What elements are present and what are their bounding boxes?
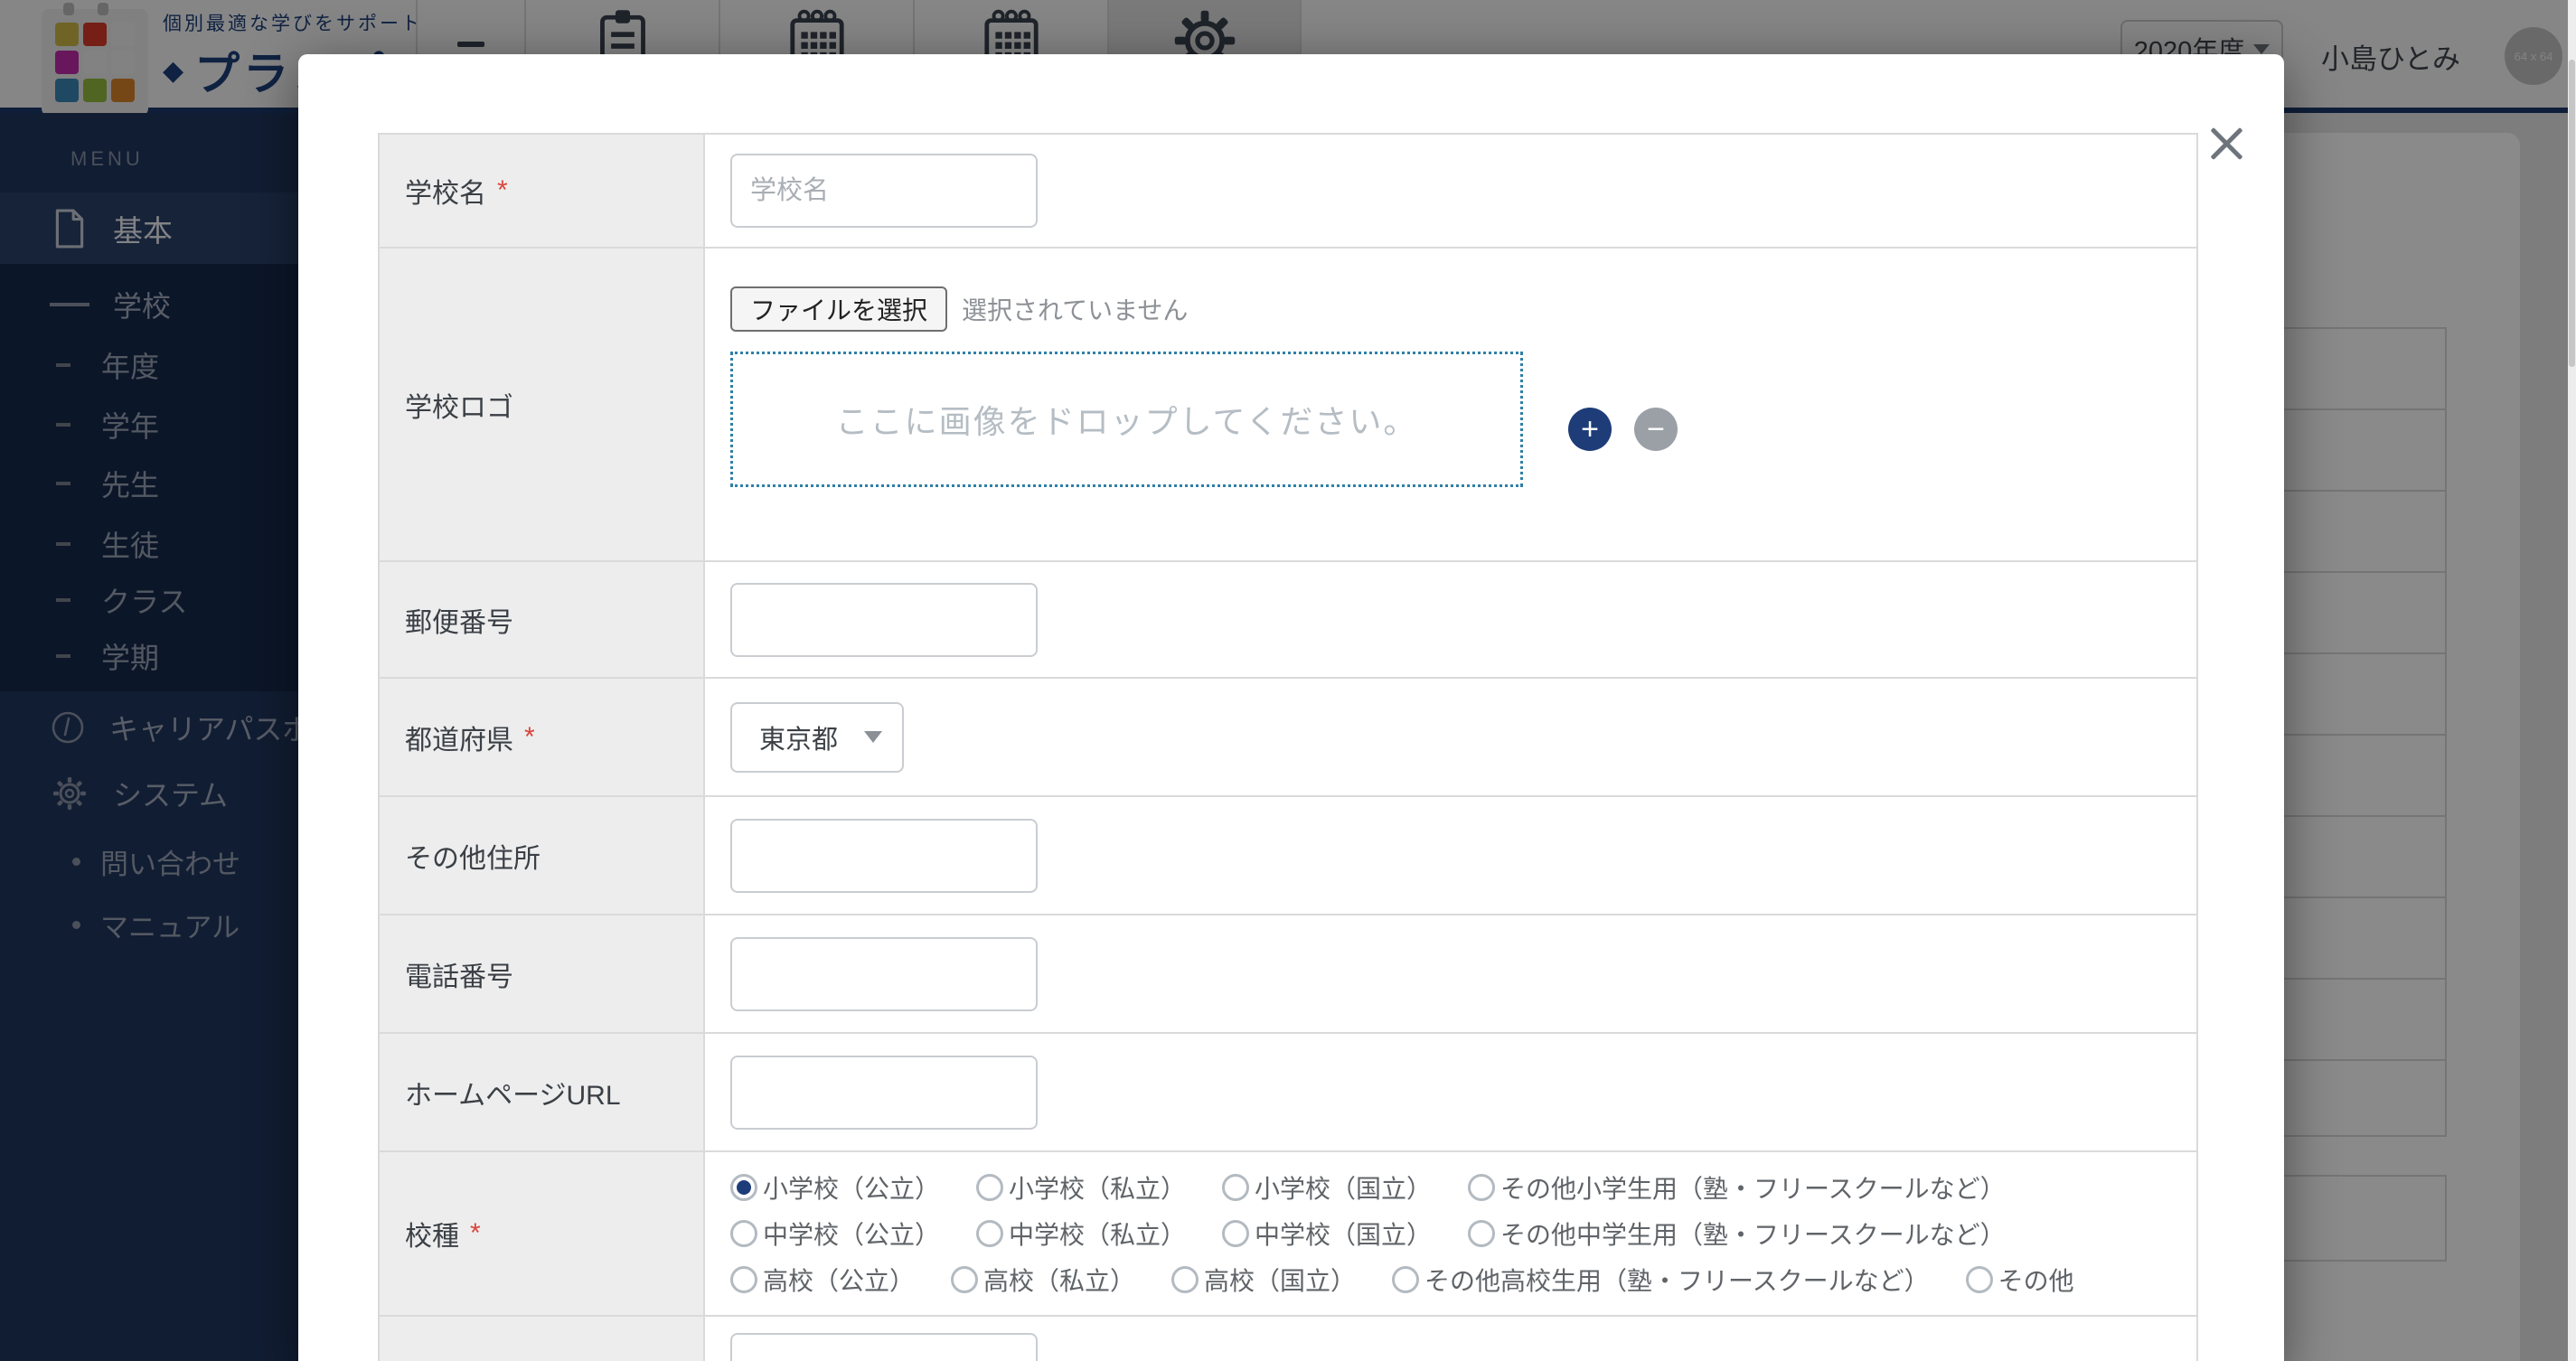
radio-option[interactable]: 中学校（国立） <box>1222 1216 1432 1252</box>
radio-option[interactable]: 高校（国立） <box>1171 1262 1356 1298</box>
radio-icon <box>951 1266 979 1293</box>
school-settings-modal: 学校名 * 学校ロゴ ファイルを選択 選択されていません ここ <box>298 54 2284 1361</box>
radio-option[interactable]: 小学校（公立） <box>730 1169 940 1206</box>
radio-option-label: その他中学生用（塾・フリースクールなど） <box>1500 1221 2006 1249</box>
radio-option-label: 小学校（私立） <box>1009 1175 1187 1203</box>
radio-option-label: 小学校（国立） <box>1255 1175 1433 1203</box>
form-row-phone: 電話番号 <box>380 915 2196 1034</box>
form-row-partial <box>380 1317 2196 1361</box>
radio-option-label: 中学校（私立） <box>1009 1221 1187 1249</box>
radio-option[interactable]: 小学校（国立） <box>1222 1169 1432 1206</box>
file-select-button[interactable]: ファイルを選択 <box>730 286 948 332</box>
form-row-school-type: 校種 * 小学校（公立） 小学校（私立） 小学校（国立） その他小学生用（塾・フリース… <box>380 1152 2196 1317</box>
radio-icon <box>976 1174 1004 1201</box>
radio-option[interactable]: 高校（私立） <box>951 1262 1135 1298</box>
radio-option-label: 高校（公立） <box>763 1267 916 1295</box>
school-name-label: 学校名 <box>405 179 486 209</box>
form-row-prefecture: 都道府県 * 東京都 <box>380 679 2196 797</box>
radio-option[interactable]: その他高校生用（塾・フリースクールなど） <box>1392 1262 1930 1298</box>
radio-icon <box>1468 1174 1496 1201</box>
radio-line: 中学校（公立） 中学校（私立） 中学校（国立） その他中学生用（塾・フリースクールなど… <box>730 1216 2111 1252</box>
required-mark: * <box>470 1218 481 1248</box>
required-mark: * <box>524 721 535 752</box>
phone-label: 電話番号 <box>405 962 513 992</box>
radio-icon <box>1171 1266 1199 1293</box>
other-address-input[interactable] <box>730 818 1038 893</box>
close-icon[interactable] <box>2200 117 2252 170</box>
scrollbar-thumb[interactable] <box>2569 60 2575 367</box>
school-type-radio-group: 小学校（公立） 小学校（私立） 小学校（国立） その他小学生用（塾・フリースクールなど… <box>730 1169 2111 1298</box>
radio-option-label: その他小学生用（塾・フリースクールなど） <box>1500 1175 2006 1203</box>
chevron-down-icon <box>864 731 882 743</box>
form-row-homepage-url: ホームページURL <box>380 1034 2196 1152</box>
radio-icon <box>1965 1266 1993 1293</box>
radio-option-label: その他高校生用（塾・フリースクールなど） <box>1424 1267 1930 1295</box>
file-status-text: 選択されていません <box>962 296 1189 324</box>
radio-icon <box>730 1266 757 1293</box>
radio-option[interactable]: 小学校（私立） <box>976 1169 1186 1206</box>
radio-line: 小学校（公立） 小学校（私立） 小学校（国立） その他小学生用（塾・フリースクールなど… <box>730 1169 2111 1206</box>
radio-option[interactable]: その他 <box>1965 1262 2074 1298</box>
radio-icon <box>1392 1266 1420 1293</box>
radio-option-label: 中学校（公立） <box>763 1221 941 1249</box>
school-logo-label: 学校ロゴ <box>405 392 513 423</box>
prefecture-select[interactable]: 東京都 <box>730 701 904 773</box>
required-mark: * <box>497 175 508 205</box>
radio-option-label: 高校（私立） <box>983 1267 1136 1295</box>
radio-line: 高校（公立） 高校（私立） 高校（国立） その他高校生用（塾・フリースクールなど） その… <box>730 1262 2111 1298</box>
homepage-url-input[interactable] <box>730 1055 1038 1130</box>
radio-option-label: 高校（国立） <box>1204 1267 1357 1295</box>
add-logo-button[interactable]: + <box>1568 408 1612 451</box>
partial-row-input[interactable] <box>730 1333 1038 1361</box>
scrollbar-track <box>2568 0 2576 1361</box>
radio-icon <box>730 1220 757 1247</box>
other-address-label: その他住所 <box>405 843 541 874</box>
form-row-school-logo: 学校ロゴ ファイルを選択 選択されていません ここに画像をドロップしてください。… <box>380 249 2196 562</box>
radio-selected-icon <box>730 1174 757 1201</box>
postal-code-input[interactable] <box>730 582 1038 657</box>
radio-option-label: 中学校（国立） <box>1255 1221 1433 1249</box>
phone-input[interactable] <box>730 936 1038 1011</box>
radio-icon <box>1222 1174 1250 1201</box>
school-name-input[interactable] <box>730 154 1038 228</box>
radio-icon <box>976 1220 1004 1247</box>
form-row-postal-code: 郵便番号 <box>380 562 2196 679</box>
radio-icon <box>1468 1220 1496 1247</box>
radio-option-label: その他 <box>1998 1267 2074 1295</box>
postal-code-label: 郵便番号 <box>405 607 513 638</box>
radio-option[interactable]: 高校（公立） <box>730 1262 915 1298</box>
school-type-label: 校種 <box>405 1222 459 1252</box>
remove-logo-button[interactable]: − <box>1634 408 1678 451</box>
homepage-url-label: ホームページURL <box>405 1080 621 1111</box>
radio-option[interactable]: 中学校（公立） <box>730 1216 940 1252</box>
radio-option-label: 小学校（公立） <box>763 1175 941 1203</box>
form-row-school-name: 学校名 * <box>380 135 2196 249</box>
screen: 個別最適な学びをサポート ◆ プランプラン キャリア・パスポート <box>0 0 2576 1361</box>
prefecture-label: 都道府県 <box>405 725 513 756</box>
radio-option[interactable]: 中学校（私立） <box>976 1216 1186 1252</box>
radio-icon <box>1222 1220 1250 1247</box>
radio-option[interactable]: その他中学生用（塾・フリースクールなど） <box>1468 1216 2006 1252</box>
school-form-table: 学校名 * 学校ロゴ ファイルを選択 選択されていません ここ <box>378 133 2198 1361</box>
image-drop-zone[interactable]: ここに画像をドロップしてください。 <box>730 352 1523 487</box>
prefecture-selected-value: 東京都 <box>759 725 839 755</box>
radio-option[interactable]: その他小学生用（塾・フリースクールなど） <box>1468 1169 2006 1206</box>
drop-zone-text: ここに画像をドロップしてください。 <box>835 403 1418 440</box>
form-row-other-address: その他住所 <box>380 797 2196 915</box>
